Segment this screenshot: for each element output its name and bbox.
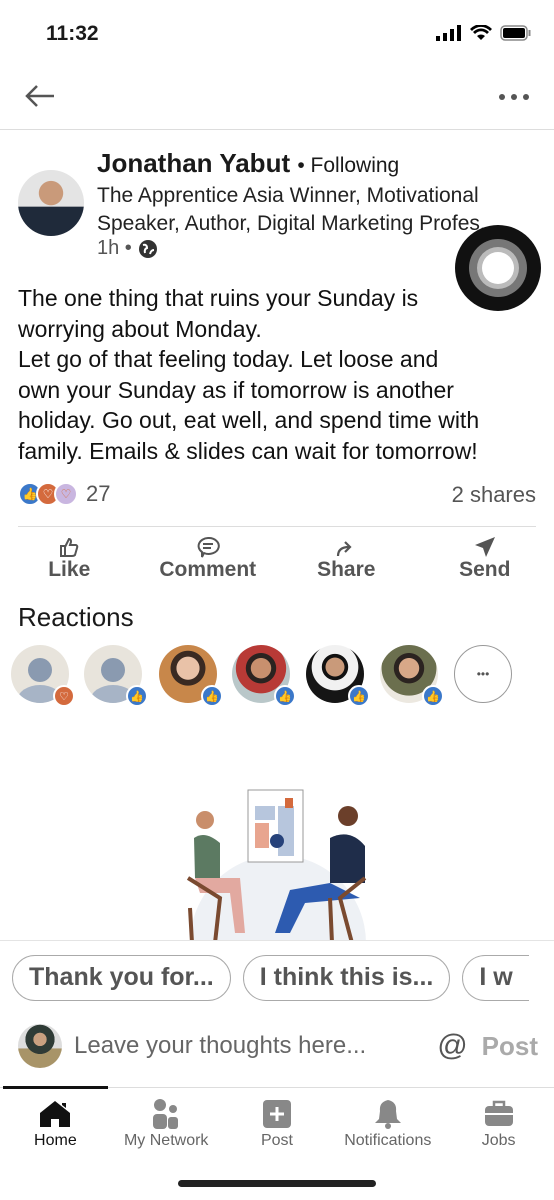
current-user-avatar	[18, 1024, 62, 1068]
reaction-summary[interactable]: 👍 ♡ ♡ 27	[18, 481, 110, 507]
post-body: The one thing that ruins your Sunday is …	[18, 283, 543, 466]
tab-my-network[interactable]: My Network	[111, 1088, 222, 1149]
post-body-line: The one thing that ruins your Sunday is	[18, 285, 419, 311]
like-badge-icon: 👍	[422, 685, 444, 707]
share-icon	[337, 541, 352, 557]
post-body-line: holiday. Go out, eat well, and spend tim…	[18, 407, 480, 433]
post-time-text: 1h •	[97, 237, 132, 259]
battery-icon	[500, 25, 531, 41]
signal-icon	[436, 25, 461, 41]
comment-button[interactable]: Comment	[139, 532, 278, 582]
tab-notifications[interactable]: Notifications	[332, 1088, 443, 1149]
like-badge-icon: 👍	[126, 685, 148, 707]
following-label: • Following	[297, 154, 400, 177]
like-button[interactable]: Like	[0, 532, 139, 582]
author-headline: The Apprentice Asia Winner, Motivational…	[97, 184, 498, 235]
briefcase-icon	[484, 1100, 513, 1126]
bottom-tab-bar: Home My Network Post Notifications Jobs	[0, 1086, 554, 1149]
my-network-icon	[153, 1099, 179, 1129]
like-badge-icon: 👍	[348, 685, 370, 707]
suggestion-chip[interactable]: I w	[462, 955, 529, 1001]
bell-icon	[374, 1100, 401, 1129]
back-arrow-icon[interactable]	[24, 84, 56, 108]
comment-input-row: Leave your thoughts here... @ Post	[18, 1022, 538, 1070]
shares-count[interactable]: 2 shares	[452, 482, 536, 508]
like-icon	[60, 537, 79, 557]
post-plus-icon	[262, 1100, 291, 1128]
reactor-avatar[interactable]: ♡	[11, 645, 75, 717]
tab-home[interactable]: Home	[0, 1088, 111, 1149]
post-body-line: worrying about Monday.	[18, 315, 262, 342]
post-body-line: family. Emails & slides can wait for tom…	[18, 437, 478, 464]
like-badge-icon: 👍	[201, 685, 223, 707]
reactor-avatar[interactable]: 👍	[159, 645, 223, 707]
mention-button[interactable]: @	[437, 1029, 467, 1063]
wifi-icon	[470, 25, 492, 40]
suggestion-chip[interactable]: Thank you for...	[12, 955, 231, 1001]
post-body-line: own your Sunday as if tomorrow is anothe…	[18, 376, 454, 403]
author-avatar[interactable]	[18, 170, 84, 236]
post-actions: Like Comment Share Send	[0, 532, 554, 582]
suggestion-chips: Thank you for... I think this is... I w	[12, 955, 529, 1001]
more-reactions-button[interactable]: •••	[454, 645, 512, 703]
reactions-heading: Reactions	[18, 602, 134, 632]
send-icon	[474, 537, 495, 557]
author-name[interactable]: Jonathan Yabut • Following	[97, 148, 399, 179]
comment-icon	[197, 536, 220, 558]
tab-post[interactable]: Post	[222, 1088, 333, 1149]
active-tab-indicator	[3, 1086, 108, 1089]
love-badge-icon: ♡	[53, 685, 75, 707]
tab-jobs[interactable]: Jobs	[443, 1088, 554, 1149]
reactor-avatar[interactable]: 👍	[306, 645, 370, 707]
divider	[18, 526, 536, 527]
more-options-icon[interactable]	[498, 93, 530, 101]
send-button[interactable]: Send	[416, 532, 554, 582]
reaction-count: 27	[86, 481, 111, 506]
home-indicator[interactable]	[178, 1180, 376, 1187]
reactor-avatar[interactable]: 👍	[232, 645, 296, 707]
post-time: 1h •	[97, 237, 158, 260]
support-reaction-icon: ♡	[54, 482, 78, 506]
top-nav-bar	[0, 60, 554, 130]
home-icon	[40, 1101, 71, 1127]
status-icons	[436, 25, 532, 41]
suggestion-chip[interactable]: I think this is...	[242, 955, 451, 1001]
share-button[interactable]: Share	[277, 532, 416, 582]
reactor-avatar[interactable]: 👍	[380, 645, 444, 707]
like-badge-icon: 👍	[274, 685, 296, 707]
reactor-avatar[interactable]: 👍	[84, 645, 148, 717]
comment-input[interactable]: Leave your thoughts here...	[74, 1032, 437, 1060]
globe-icon	[138, 239, 157, 258]
post-body-line: Let go of that feeling today. Let loose …	[18, 346, 439, 372]
empty-comments-illustration	[186, 789, 367, 943]
post-comment-button[interactable]: Post	[482, 1031, 538, 1062]
status-time: 11:32	[46, 22, 99, 45]
